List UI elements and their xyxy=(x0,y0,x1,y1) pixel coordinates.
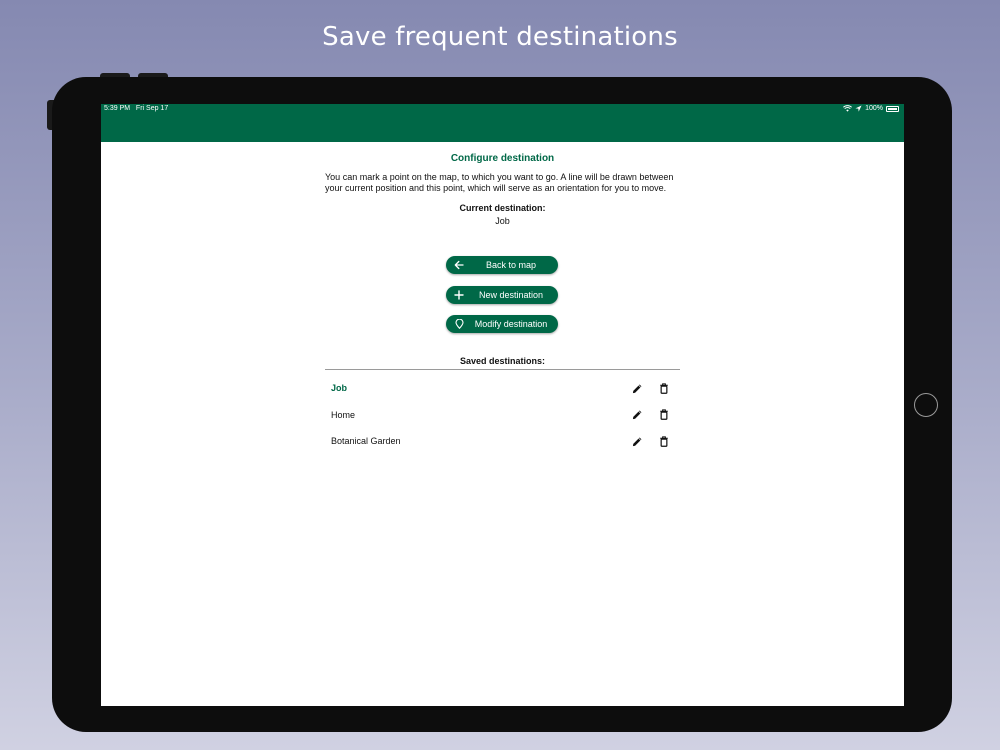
page-description: You can mark a point on the map, to whic… xyxy=(325,172,674,193)
destination-name[interactable]: Job xyxy=(331,383,629,393)
page-title: Configure destination xyxy=(450,153,555,164)
app-screen: 5:39 PM Fri Sep 17 100% Configure destin… xyxy=(101,104,904,706)
modify-destination-label: Modify destination xyxy=(474,319,548,329)
plus-icon xyxy=(446,290,472,300)
current-destination-label: Current destination: xyxy=(459,203,546,213)
back-to-map-button[interactable]: Back to map xyxy=(446,256,558,274)
arrow-left-icon xyxy=(446,260,472,270)
main-content: Configure destination You can mark a poi… xyxy=(325,142,680,447)
pencil-icon[interactable] xyxy=(629,407,645,423)
status-bar: 5:39 PM Fri Sep 17 100% xyxy=(101,104,904,142)
status-date: Fri Sep 17 xyxy=(135,105,169,112)
trash-icon[interactable] xyxy=(656,380,672,396)
destination-name[interactable]: Home xyxy=(331,410,629,420)
divider xyxy=(325,369,680,370)
new-destination-label: New destination xyxy=(478,290,544,300)
status-indicators: 100% xyxy=(843,105,899,112)
home-button[interactable] xyxy=(914,393,938,417)
headline: Save frequent destinations xyxy=(322,22,678,52)
map-pin-icon xyxy=(446,319,472,329)
battery-icon xyxy=(886,105,899,112)
destination-name[interactable]: Botanical Garden xyxy=(331,436,629,446)
current-destination-value: Job xyxy=(495,216,510,226)
list-item[interactable]: Home xyxy=(325,402,680,429)
status-time: 5:39 PM xyxy=(104,105,131,112)
battery-percent: 100% xyxy=(865,105,883,112)
pencil-icon[interactable] xyxy=(629,380,645,396)
status-clock: 5:39 PM Fri Sep 17 xyxy=(104,105,168,112)
trash-icon[interactable] xyxy=(656,407,672,423)
saved-destinations-label: Saved destinations: xyxy=(459,356,546,366)
wifi-icon xyxy=(843,105,853,112)
list-item[interactable]: Job xyxy=(325,375,680,402)
list-item[interactable]: Botanical Garden xyxy=(325,428,680,455)
new-destination-button[interactable]: New destination xyxy=(446,286,558,304)
modify-destination-button[interactable]: Modify destination xyxy=(446,315,558,333)
location-arrow-icon xyxy=(855,105,862,112)
saved-destinations-list: Job Home Botanical Garden xyxy=(325,375,680,455)
back-to-map-label: Back to map xyxy=(485,260,537,270)
pencil-icon[interactable] xyxy=(629,433,645,449)
trash-icon[interactable] xyxy=(656,433,672,449)
